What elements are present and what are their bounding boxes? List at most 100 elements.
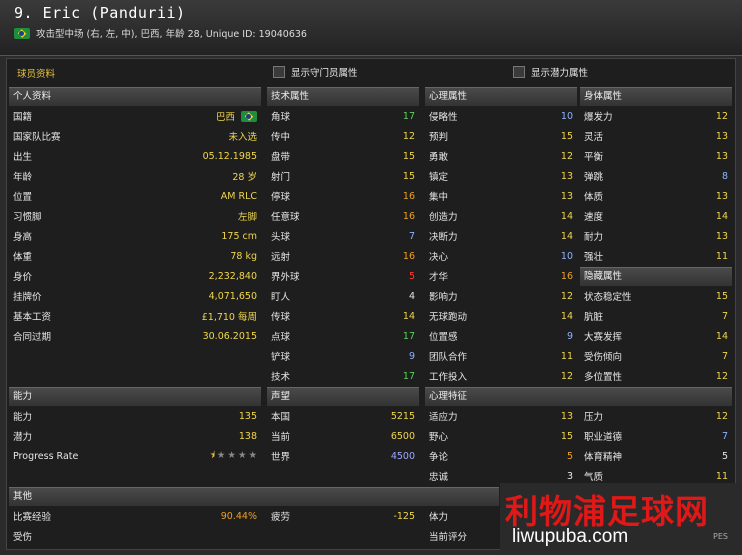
row-label: 团队合作 xyxy=(429,352,468,363)
row-value: 17 xyxy=(402,110,415,122)
row-label: 角球 xyxy=(271,112,291,123)
row-label: 当前 xyxy=(271,432,291,443)
list-item: 职业道德 7 xyxy=(580,426,732,446)
list-item: 集中 13 xyxy=(425,186,577,206)
row-label: 创造力 xyxy=(429,212,458,223)
row-value: 5 xyxy=(566,450,573,462)
row-value: 28 岁 xyxy=(232,172,257,183)
list-item: 适应力 13 xyxy=(425,406,577,426)
row-value: 4500 xyxy=(390,450,415,462)
row-value: 7 xyxy=(721,310,728,322)
list-item: 决断力 14 xyxy=(425,226,577,246)
row-value: -125 xyxy=(393,510,415,522)
list-item: 平衡 13 xyxy=(580,146,732,166)
row-label: 无球跑动 xyxy=(429,312,468,323)
row-value: 17 xyxy=(402,330,415,342)
row-label: 争论 xyxy=(429,452,449,463)
list-item: 团队合作 11 xyxy=(425,346,577,366)
row-label: 大赛发挥 xyxy=(584,332,623,343)
row-label: 远射 xyxy=(271,252,291,263)
row-value: 8 xyxy=(721,170,728,182)
row-label: 合同过期 xyxy=(13,332,52,343)
row-label: 工作投入 xyxy=(429,372,468,383)
brazil-flag-icon xyxy=(241,110,257,122)
row-value: 2,232,840 xyxy=(208,270,257,282)
checkbox-icon[interactable] xyxy=(513,66,525,78)
row-label: 气质 xyxy=(584,472,604,483)
row-value: 15 xyxy=(560,430,573,442)
row-label: 习惯脚 xyxy=(13,212,42,223)
row-label: 传中 xyxy=(271,132,291,143)
progress-rate-row: Progress Rate ⯨ ★ ★ ★ ★ xyxy=(9,446,261,466)
row-label: 适应力 xyxy=(429,412,458,423)
row-value: 14 xyxy=(560,230,573,242)
row-label: 国家队比赛 xyxy=(13,132,61,143)
row-label: 体质 xyxy=(584,192,604,203)
list-item: 体质 13 xyxy=(580,186,732,206)
row-value: 13 xyxy=(715,130,728,142)
row-value: 15 xyxy=(560,130,573,142)
row-label: 预判 xyxy=(429,132,449,143)
row-value: 138 xyxy=(238,430,257,442)
list-item: 国籍 巴西 xyxy=(9,106,261,126)
row-label: 潜力 xyxy=(13,432,33,443)
row-value: 12 xyxy=(715,110,728,122)
list-item: 点球 17 xyxy=(267,326,419,346)
star-icon: ★ xyxy=(227,450,236,461)
row-label: 速度 xyxy=(584,212,604,223)
list-item: 才华 16 xyxy=(425,266,577,286)
row-label: 基本工资 xyxy=(13,312,52,323)
show-potential-attributes-toggle[interactable]: 显示潜力属性 xyxy=(513,65,588,79)
list-item: 强壮 11 xyxy=(580,246,732,266)
row-label: 身高 xyxy=(13,232,33,243)
row-value: 16 xyxy=(402,210,415,222)
row-label: 影响力 xyxy=(429,292,458,303)
other-section-header: 其他 xyxy=(9,487,499,506)
list-item: 技术 17 xyxy=(267,366,419,386)
list-item: 合同过期 30.06.2015 xyxy=(9,326,261,346)
show-goalkeeper-attributes-toggle[interactable]: 显示守门员属性 xyxy=(273,65,358,79)
mental-section-header: 心理属性 xyxy=(425,87,577,106)
ability-section-header: 能力 xyxy=(9,387,261,406)
list-item: 出生 05.12.1985 xyxy=(9,146,261,166)
row-label: 爆发力 xyxy=(584,112,613,123)
hidden-section-header: 隐藏属性 xyxy=(580,267,732,286)
row-value: 175 cm xyxy=(221,230,257,242)
row-label: 强壮 xyxy=(584,252,604,263)
checkbox-icon[interactable] xyxy=(273,66,285,78)
row-value: 05.12.1985 xyxy=(202,150,257,162)
row-label: 传球 xyxy=(271,312,291,323)
row-value: 12 xyxy=(402,130,415,142)
row-value: 13 xyxy=(560,190,573,202)
row-label: 出生 xyxy=(13,152,33,163)
row-value: 135 xyxy=(238,410,257,422)
list-item: 本国 5215 xyxy=(267,406,419,426)
row-value: 7 xyxy=(721,430,728,442)
star-icon: ★ xyxy=(216,450,226,461)
list-item: 状态稳定性 15 xyxy=(580,286,732,306)
row-label: 技术 xyxy=(271,372,291,383)
row-value: 12 xyxy=(560,370,573,382)
player-summary: 攻击型中场 (右, 左, 中), 巴西, 年龄 28, Unique ID: 1… xyxy=(14,26,307,40)
list-item: 灵活 13 xyxy=(580,126,732,146)
list-item: 远射 16 xyxy=(267,246,419,266)
row-value: 巴西 xyxy=(215,112,235,123)
row-value: 17 xyxy=(402,370,415,382)
list-item: 射门 15 xyxy=(267,166,419,186)
row-value: 5215 xyxy=(390,410,415,422)
list-item: 身高 175 cm xyxy=(9,226,261,246)
row-label: 压力 xyxy=(584,412,604,423)
list-item: 身价 2,232,840 xyxy=(9,266,261,286)
row-value: 12 xyxy=(715,370,728,382)
row-value: 5 xyxy=(721,450,728,462)
row-value: 12 xyxy=(560,290,573,302)
row-value: 15 xyxy=(715,290,728,302)
list-item: 受伤倾向 7 xyxy=(580,346,732,366)
row-label: 任意球 xyxy=(271,212,300,223)
list-item: 创造力 14 xyxy=(425,206,577,226)
list-item: 铲球 9 xyxy=(267,346,419,366)
player-header: 9. Eric (Pandurii) 攻击型中场 (右, 左, 中), 巴西, … xyxy=(0,0,742,56)
row-value: 13 xyxy=(560,170,573,182)
row-value: 14 xyxy=(715,210,728,222)
row-value: 11 xyxy=(715,250,728,262)
